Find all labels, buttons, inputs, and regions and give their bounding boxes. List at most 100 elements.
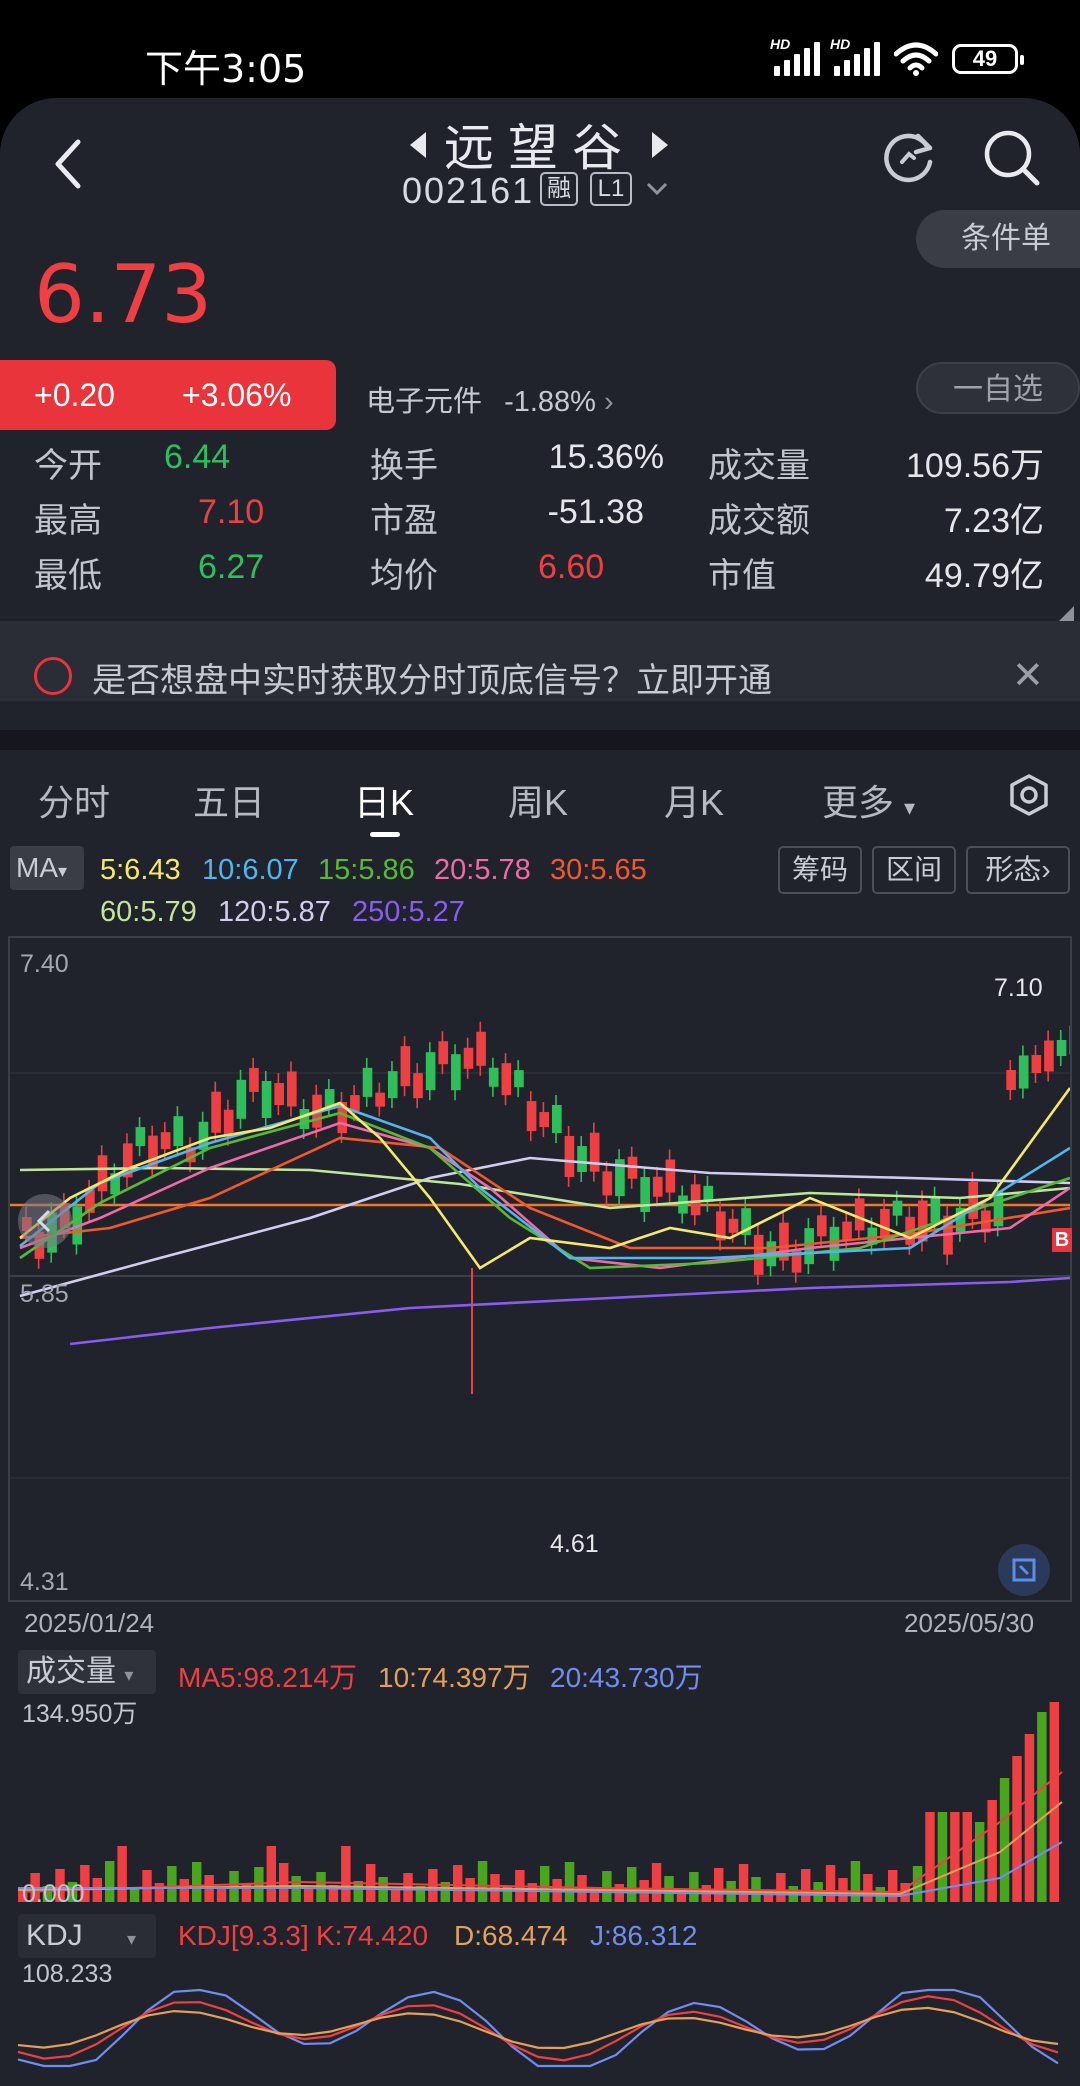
- volume-bar: [266, 1846, 276, 1902]
- add-watchlist-button[interactable]: 一自选: [916, 362, 1080, 414]
- ma20-value: 20:5.78: [434, 854, 531, 886]
- candle: [665, 1159, 676, 1193]
- candle: [488, 1067, 499, 1087]
- refresh-icon[interactable]: [880, 128, 938, 186]
- date-end-label: 2025/05/30: [904, 1608, 1035, 1638]
- volume-bar: [303, 1889, 314, 1902]
- signal-notice-banner[interactable]: 是否想盘中实时获取分时顶底信号？立即开通 ✕: [0, 641, 1080, 701]
- stat-value: 6.60: [538, 548, 605, 586]
- stat-label: 最高: [34, 502, 102, 540]
- tab-five-day[interactable]: 五日: [193, 774, 265, 826]
- candle: [514, 1070, 524, 1088]
- candle: [387, 1071, 398, 1099]
- candle: [854, 1198, 865, 1231]
- candle: [842, 1221, 852, 1241]
- tab-intraday[interactable]: 分时: [38, 774, 110, 826]
- tab-weekly-k[interactable]: 周K: [508, 774, 568, 826]
- settings-icon[interactable]: [1008, 774, 1050, 816]
- ma250-value: 250:5.27: [352, 896, 465, 928]
- price-change-pct: +3.06%: [182, 376, 292, 413]
- candle: [362, 1067, 373, 1097]
- ma-legend: MA▾ 5:6.43 10:6.07 15:5.86 20:5.78 30:5.…: [0, 836, 1080, 946]
- sector-link[interactable]: 电子元件 -1.88% ›: [366, 378, 614, 420]
- candle: [438, 1041, 449, 1065]
- volume-bar: [453, 1865, 463, 1902]
- volume-bar: [167, 1866, 177, 1902]
- stat-value: -51.38: [547, 493, 644, 531]
- volume-bar: [863, 1874, 873, 1902]
- candle: [287, 1071, 297, 1107]
- chevron-right-icon: ›: [604, 386, 614, 418]
- kdj-d: D:68.474: [454, 1920, 568, 1951]
- ma15-value: 15:5.86: [318, 854, 415, 886]
- stats-row: 最高 7.10 市盈 -51.38 成交额 7.23亿: [34, 493, 1044, 548]
- condition-order-button[interactable]: 条件单: [916, 210, 1080, 268]
- volume-bar: [962, 1812, 972, 1902]
- candle: [829, 1226, 840, 1261]
- candle: [1031, 1055, 1042, 1073]
- candle: [463, 1047, 474, 1069]
- close-icon[interactable]: ✕: [1012, 653, 1044, 698]
- volume-bar: [825, 1865, 836, 1902]
- candle: [589, 1132, 600, 1172]
- volume-bar: [651, 1863, 662, 1902]
- fullscreen-icon[interactable]: [998, 1544, 1050, 1596]
- stat-value: 7.23亿: [943, 502, 1044, 540]
- volume-bar: [912, 1866, 923, 1902]
- signal-icon-2: HD: [830, 36, 880, 76]
- candle: [211, 1091, 221, 1133]
- volume-bar: [477, 1861, 488, 1902]
- kdj-selector[interactable]: KDJ ▾: [18, 1914, 156, 1958]
- candle: [249, 1067, 259, 1092]
- y-mid-label: 5.85: [20, 1280, 69, 1308]
- next-stock-icon[interactable]: [652, 132, 668, 158]
- volume-bar: [216, 1888, 227, 1902]
- stat-label: 成交量: [708, 447, 810, 485]
- candle: [400, 1046, 411, 1087]
- candle: [1018, 1055, 1029, 1089]
- stats-row: 今开 6.44 换手 15.36% 成交量 109.56万: [34, 438, 1044, 493]
- candle: [261, 1080, 272, 1118]
- candle: [539, 1112, 549, 1128]
- pattern-button[interactable]: 形态›: [966, 846, 1070, 894]
- kdj-line: [17, 2006, 1059, 2050]
- volume-bar: [776, 1873, 786, 1902]
- margin-tag: 融: [540, 172, 578, 206]
- ma-line: [19, 1166, 1070, 1210]
- candle: [552, 1105, 562, 1133]
- notice-text: 是否想盘中实时获取分时顶底信号？立即开通: [92, 662, 772, 700]
- kdj-max-label: 108.233: [22, 1960, 113, 1988]
- sector-name: 电子元件: [366, 386, 483, 418]
- tab-daily-k[interactable]: 日K: [354, 774, 414, 826]
- volume-bar: [627, 1867, 637, 1902]
- scroll-left-icon[interactable]: [18, 1194, 72, 1248]
- candle: [350, 1095, 360, 1112]
- chip-distribution-button[interactable]: 筹码: [778, 846, 862, 894]
- volume-bar: [142, 1870, 152, 1902]
- candle: [892, 1200, 903, 1216]
- volume-bar: [117, 1846, 127, 1902]
- volume-bar: [564, 1862, 575, 1902]
- candle: [817, 1215, 827, 1237]
- tab-monthly-k[interactable]: 月K: [664, 774, 724, 826]
- stat-value: 109.56万: [906, 447, 1044, 485]
- stat-value: 6.44: [164, 438, 231, 476]
- vol-ma10: 10:74.397万: [378, 1662, 531, 1693]
- stat-label: 今开: [34, 447, 102, 485]
- candle: [930, 1196, 941, 1223]
- ma-selector[interactable]: MA▾: [10, 846, 84, 890]
- sector-change: -1.88%: [504, 386, 596, 418]
- candle: [135, 1127, 146, 1147]
- search-icon[interactable]: [982, 128, 1042, 188]
- price-change: +0.20: [34, 376, 115, 413]
- volume-bar: [1024, 1734, 1035, 1902]
- range-button[interactable]: 区间: [872, 846, 956, 894]
- date-start-label: 2025/01/24: [24, 1608, 155, 1638]
- chevron-down-icon[interactable]: [646, 182, 668, 196]
- candle: [1069, 1025, 1070, 1055]
- high-marker: 7.10: [994, 974, 1043, 1002]
- volume-selector[interactable]: 成交量 ▾: [18, 1650, 156, 1694]
- tab-more[interactable]: 更多 ▾: [822, 774, 915, 826]
- kline-chart[interactable]: 7.40 5.85 4.31 7.10 4.61 B: [8, 936, 1072, 1602]
- change-box: +0.20 +3.06%: [0, 360, 336, 430]
